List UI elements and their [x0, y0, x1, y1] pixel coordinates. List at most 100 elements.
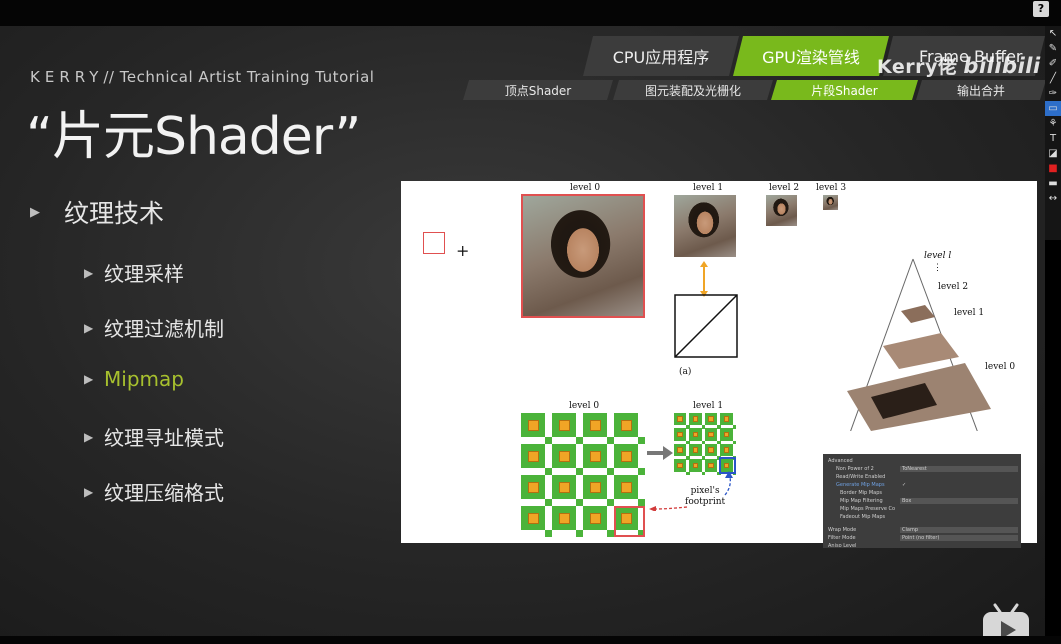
mip-pyramid-diagram — [847, 258, 991, 431]
texel-gap — [552, 499, 577, 506]
texel-gap — [674, 456, 687, 460]
unity-setting-row: Filter Mode Point (no filter) — [826, 533, 1018, 541]
line-icon[interactable]: ╱ — [1045, 71, 1061, 86]
texel-gap — [701, 459, 705, 472]
footprint-highlight-level0 — [614, 506, 645, 537]
help-icon[interactable]: ? — [1033, 1, 1049, 17]
brand-kerry: KERRY — [30, 68, 104, 86]
unity-setting-label: Aniso Level — [828, 543, 857, 549]
texel-gap — [732, 413, 736, 426]
unity-setting-label: Mip Maps Preserve Co — [840, 506, 896, 512]
texel-gap — [705, 456, 718, 460]
unity-setting-value[interactable]: Point (no filter) — [900, 535, 1018, 541]
bullet-arrow-icon: ▶ — [84, 320, 94, 335]
texel-gap — [607, 413, 614, 438]
texel-center-dot — [620, 481, 632, 493]
unity-setting-value[interactable]: Box — [900, 498, 1018, 504]
bullet-arrow-icon: ▶ — [84, 372, 94, 386]
texel-gap — [689, 440, 702, 444]
unity-setting-row: Wrap Mode Clamp — [826, 520, 1018, 533]
texel-gap — [607, 444, 614, 469]
label-level1-bottom: level 1 — [693, 401, 724, 411]
tab-gpu-pipeline: GPU渲染管线 — [733, 36, 889, 76]
unity-setting-label: Generate Mip Maps — [836, 482, 885, 488]
texel-gap — [689, 456, 702, 460]
unity-setting-value[interactable]: Clamp — [900, 527, 1018, 533]
main-bullet-label: 纹理技术 — [64, 199, 165, 228]
text-icon[interactable]: T — [1045, 131, 1061, 146]
unity-setting-row: Advanced — [826, 456, 1018, 464]
pixel-square-diagonal — [674, 294, 738, 358]
texel-center-dot — [558, 450, 570, 462]
unity-setting-value[interactable]: ✓ — [900, 482, 1018, 488]
texel-center-dot — [708, 447, 714, 453]
texel-center-dot — [558, 481, 570, 493]
unity-setting-row: Non Power of 2 ToNearest — [826, 464, 1018, 472]
line-width-icon[interactable]: ▬ — [1045, 176, 1061, 191]
cursor-icon[interactable]: ↖ — [1045, 26, 1061, 41]
label-level2-top: level 2 — [769, 183, 800, 193]
tab-vertex-shader: 顶点Shader — [463, 80, 613, 100]
watermark-site: bilibili — [963, 54, 1041, 78]
texel-center-dot — [723, 431, 730, 438]
watermark: Kerry佬 bilibili — [877, 52, 1041, 79]
texel-center-dot — [708, 462, 714, 469]
texel-gap — [717, 428, 721, 441]
sub-bullet-filtering: ▶ 纹理过滤机制 — [84, 313, 224, 342]
brush-icon[interactable]: ✑ — [1045, 86, 1061, 101]
sub-bullet-label: 纹理压缩格式 — [104, 481, 224, 505]
texel-center-dot — [677, 431, 683, 438]
texel-center-dot — [558, 419, 570, 431]
play-button[interactable] — [979, 602, 1033, 636]
mip-level3-photo — [823, 195, 838, 210]
expand-icon[interactable]: ↔ — [1045, 191, 1061, 206]
marker-icon[interactable]: ✐ — [1045, 56, 1061, 71]
texel-gap — [686, 459, 690, 472]
unity-setting-row: Generate Mip Maps ✓ — [826, 480, 1018, 488]
texel-center-dot — [677, 416, 683, 422]
label-level0-top: level 0 — [570, 183, 601, 193]
texel-gap — [717, 413, 721, 426]
color-red-icon[interactable]: ■ — [1045, 161, 1061, 176]
texel-gap — [705, 425, 718, 429]
sub-bullet-addressing: ▶ 纹理寻址模式 — [84, 422, 224, 451]
texel-gap — [717, 444, 721, 457]
brand-line: KERRY// Technical Artist Training Tutori… — [30, 68, 374, 86]
unity-setting-label: Mip Map Filtering — [840, 498, 883, 504]
sub-bullet-label: 纹理过滤机制 — [104, 317, 224, 341]
plus-sign: + — [456, 241, 470, 260]
sub-bullet-label: 纹理寻址模式 — [104, 426, 224, 450]
unity-setting-value[interactable]: ToNearest — [900, 466, 1018, 472]
texel-gap — [686, 428, 690, 441]
fill-icon[interactable]: ⚘ — [1045, 116, 1061, 131]
texel-gap — [638, 444, 645, 469]
eraser-icon[interactable]: ◪ — [1045, 146, 1061, 161]
tab-primitive-raster: 图元装配及光栅化 — [613, 80, 773, 100]
bullet-arrow-icon: ▶ — [30, 204, 40, 220]
bullet-arrow-icon: ▶ — [84, 265, 94, 280]
pen-icon[interactable]: ✎ — [1045, 41, 1061, 56]
texel-center-dot — [620, 450, 632, 462]
texel-gap — [552, 437, 577, 444]
label-level3-top: level 3 — [816, 183, 847, 193]
texel-gap — [732, 428, 736, 441]
rectangle-icon[interactable]: ▭ — [1045, 101, 1061, 116]
unity-setting-row: Aniso Level — [826, 541, 1018, 549]
texel-gap — [674, 440, 687, 444]
texel-gap — [674, 425, 687, 429]
texel-gap — [552, 468, 577, 475]
texel-gap — [701, 428, 705, 441]
pyramid-label-level0: level 0 — [985, 362, 1016, 372]
texel-center-dot — [589, 450, 601, 462]
texel-gap — [638, 475, 645, 500]
unity-setting-row: Mip Maps Preserve Co — [826, 504, 1018, 512]
texel-gap — [545, 444, 552, 469]
texel-center-dot — [692, 447, 699, 453]
unity-setting-row: Fadeout Mip Maps — [826, 512, 1018, 520]
texel-gap — [607, 475, 614, 500]
watermark-author: Kerry佬 — [877, 56, 958, 78]
texel-center-dot — [589, 419, 601, 431]
bullet-arrow-icon: ▶ — [84, 484, 94, 499]
unity-texture-import-panel: Advanced Non Power of 2 ToNearest Read/Writ… — [823, 454, 1021, 549]
mip-level1-photo — [674, 195, 736, 257]
